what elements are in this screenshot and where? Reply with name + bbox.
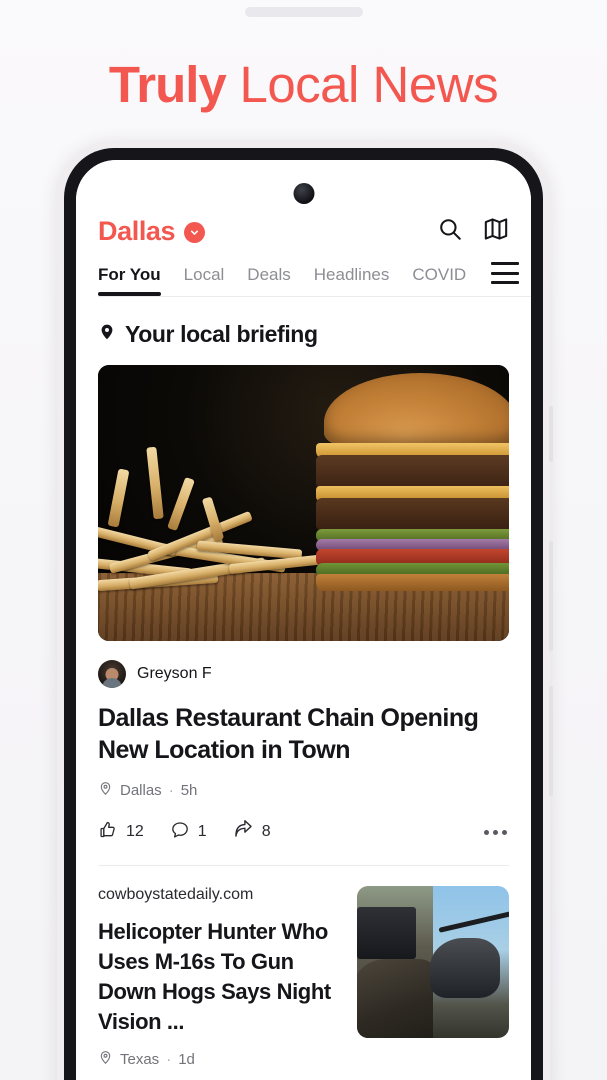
tab-local[interactable]: Local [184, 265, 225, 296]
location-pin-icon [98, 1050, 113, 1069]
tab-covid[interactable]: COVID [412, 265, 466, 296]
briefing-section-header: Your local briefing [98, 297, 509, 365]
share-arrow-icon [233, 819, 254, 845]
phone-mockup: Dallas For You Local Deals Headlines COV… [57, 141, 553, 1080]
tab-local-label: Local [183, 265, 225, 284]
thumbnail-left-half [357, 886, 438, 1038]
city-selector[interactable]: Dallas [98, 216, 206, 247]
tab-active-indicator [98, 292, 161, 296]
like-button[interactable]: 12 [98, 820, 144, 845]
tab-bar: For You Local Deals Headlines COVID He [76, 247, 531, 297]
drag-handle[interactable] [244, 7, 363, 17]
phone-bezel: Dallas For You Local Deals Headlines COV… [64, 148, 543, 1080]
article-time: 1d [178, 1051, 195, 1068]
search-icon[interactable] [437, 216, 463, 247]
tab-headlines[interactable]: Headlines [314, 265, 390, 296]
location-pin-icon [98, 323, 116, 346]
like-count: 12 [126, 823, 144, 840]
news-feed: Your local briefing Greyson F Dallas Res… [76, 297, 531, 1069]
meta-separator: · [166, 1051, 172, 1068]
phone-screen: Dallas For You Local Deals Headlines COV… [76, 160, 531, 1080]
article-hero-image[interactable] [98, 365, 509, 641]
share-count: 8 [261, 823, 271, 840]
thumbnail-right-half [429, 886, 509, 1038]
page-title-rest: Local News [225, 56, 499, 113]
phone-side-button-mute [549, 406, 553, 462]
fries-illustration [98, 419, 345, 592]
tab-for-you-label: For You [98, 265, 161, 284]
article-location: Texas [120, 1051, 160, 1068]
author-name: Greyson F [137, 665, 212, 682]
burger-illustration [312, 373, 509, 591]
share-button[interactable]: 8 [233, 819, 271, 845]
phone-side-button-volume [549, 541, 553, 651]
avatar [98, 660, 126, 688]
page-title-bold: Truly [108, 56, 227, 113]
article-meta: Texas · 1d [98, 1037, 341, 1069]
tab-for-you[interactable]: For You [98, 265, 161, 296]
thumbs-up-icon [98, 820, 118, 845]
tab-covid-label: COVID [412, 265, 467, 284]
tab-deals[interactable]: Deals [247, 265, 290, 296]
engagement-bar: 12 1 8 [98, 800, 509, 865]
comment-count: 1 [197, 823, 207, 840]
article-meta: Dallas · 5h [98, 766, 509, 800]
overflow-menu-icon[interactable] [484, 829, 509, 835]
comment-button[interactable]: 1 [170, 820, 207, 845]
article-time: 5h [180, 782, 198, 799]
header-divider [98, 296, 531, 297]
article-headline: Helicopter Hunter Who Uses M-16s To Gun … [98, 919, 331, 1034]
location-pin-icon [98, 781, 113, 800]
chevron-down-icon[interactable] [184, 222, 206, 243]
briefing-title: Your local briefing [125, 321, 318, 347]
comment-bubble-icon [170, 820, 190, 845]
article-byline[interactable]: Greyson F [98, 641, 509, 688]
promo-screenshot: Truly Local News Dallas For You Local De… [0, 0, 607, 1080]
city-name: Dallas [98, 216, 176, 246]
article-location: Dallas [120, 782, 162, 799]
article-headline[interactable]: Dallas Restaurant Chain Opening New Loca… [98, 688, 509, 766]
front-camera-icon [293, 183, 314, 204]
meta-separator: · [168, 782, 174, 799]
hamburger-menu-icon[interactable] [489, 262, 519, 284]
tab-deals-label: Deals [247, 265, 291, 284]
map-icon[interactable] [483, 216, 509, 247]
article-source: cowboystatedaily.com [98, 886, 254, 903]
article-thumbnail[interactable] [357, 886, 509, 1038]
tab-headlines-label: Headlines [313, 265, 390, 284]
article-card-secondary[interactable]: cowboystatedaily.com Helicopter Hunter W… [98, 866, 509, 1069]
page-title: Truly Local News [0, 54, 607, 116]
phone-side-button-power [549, 686, 553, 796]
